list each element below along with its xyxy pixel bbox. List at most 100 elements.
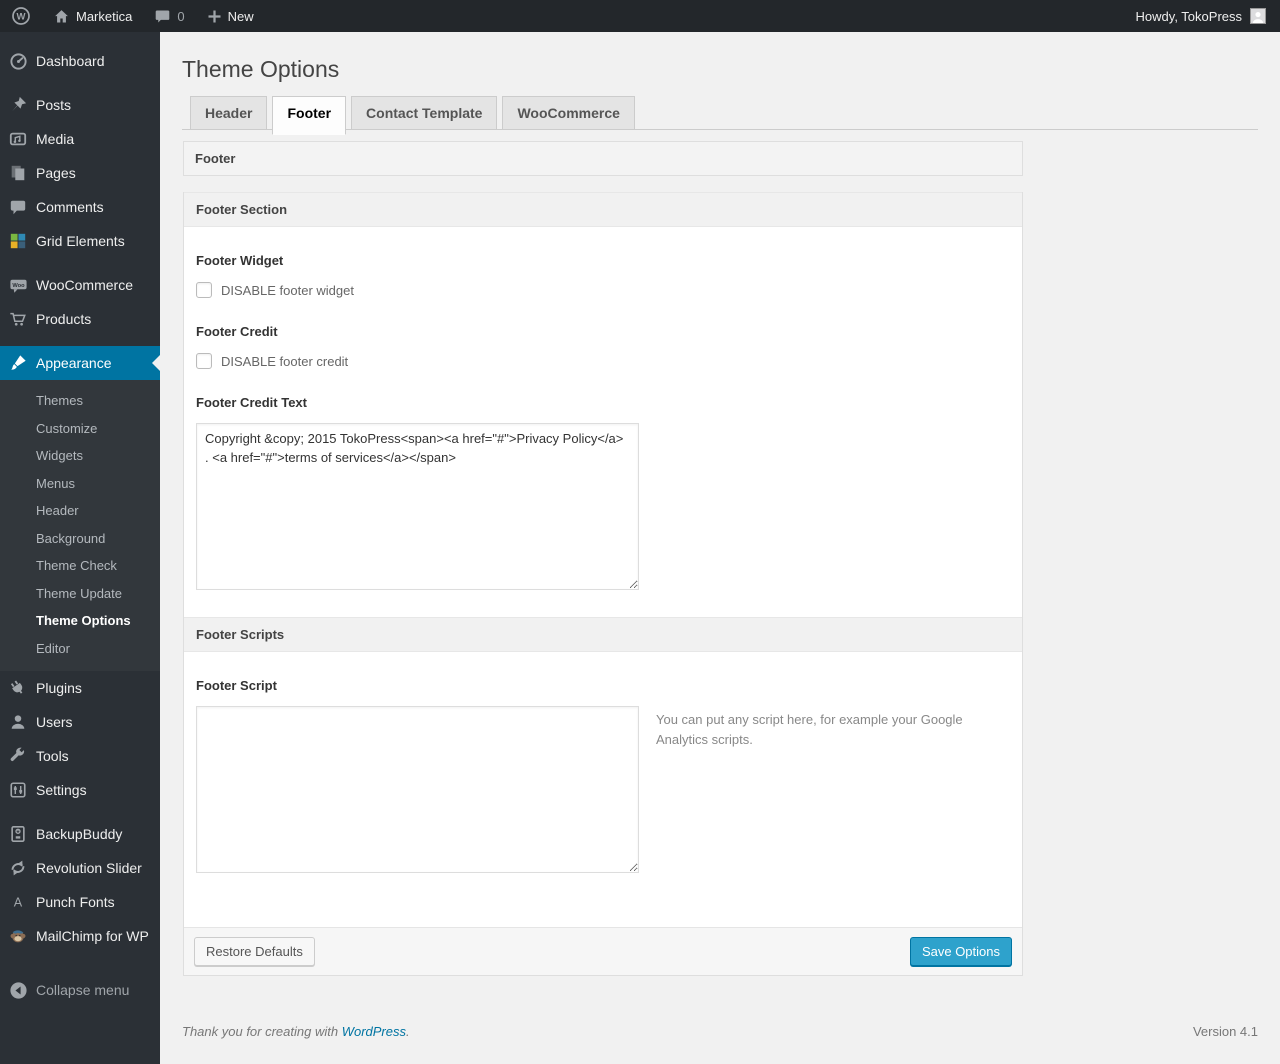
brush-icon xyxy=(8,353,28,373)
menu-separator xyxy=(0,336,160,346)
checkbox-label: DISABLE footer credit xyxy=(221,353,349,369)
admin-sidebar: Dashboard Posts Media Pages Comments Gri… xyxy=(0,32,160,1064)
sidebar-item-label: Comments xyxy=(36,199,104,215)
sidebar-item-tools[interactable]: Tools xyxy=(0,739,160,773)
submenu-item-theme-options[interactable]: Theme Options xyxy=(0,607,160,635)
home-icon xyxy=(53,8,70,25)
footer-thanks-text: Thank you for creating with WordPress. xyxy=(182,1024,410,1039)
footer-credit-label: Footer Credit xyxy=(196,324,278,339)
wordpress-link[interactable]: WordPress xyxy=(342,1024,406,1039)
pages-icon xyxy=(8,163,28,183)
appearance-submenu: Themes Customize Widgets Menus Header Ba… xyxy=(0,380,160,671)
sidebar-item-dashboard[interactable]: Dashboard xyxy=(0,44,160,78)
sidebar-item-label: Tools xyxy=(36,748,69,764)
restore-defaults-button[interactable]: Restore Defaults xyxy=(194,937,315,966)
submenu-item-background[interactable]: Background xyxy=(0,525,160,553)
sidebar-item-media[interactable]: Media xyxy=(0,122,160,156)
options-panel: Footer Footer Section Footer Widget DISA… xyxy=(183,141,1023,976)
sidebar-item-label: Media xyxy=(36,131,75,147)
wrench-icon xyxy=(8,746,28,766)
section-heading-footer-scripts: Footer Scripts xyxy=(184,617,1022,652)
tab-header[interactable]: Header xyxy=(190,96,268,129)
main-content: Theme Options Header Footer Contact Temp… xyxy=(160,32,1280,1064)
sidebar-item-punch-fonts[interactable]: A Punch Fonts xyxy=(0,885,160,919)
submenu-item-themes[interactable]: Themes xyxy=(0,387,160,415)
comment-count: 0 xyxy=(177,8,185,24)
footer-section-fields: Footer Widget DISABLE footer widget Foot… xyxy=(184,253,1022,593)
user-icon xyxy=(8,712,28,732)
sidebar-item-label: Products xyxy=(36,311,92,327)
checkbox-label: DISABLE footer widget xyxy=(221,282,354,298)
group-title: Footer xyxy=(183,141,1023,176)
submenu-item-header[interactable]: Header xyxy=(0,497,160,525)
sidebar-item-label: Settings xyxy=(36,782,87,798)
tab-woocommerce[interactable]: WooCommerce xyxy=(502,96,635,129)
settings-icon xyxy=(8,780,28,800)
sidebar-item-users[interactable]: Users xyxy=(0,705,160,739)
sidebar-item-revolution-slider[interactable]: Revolution Slider xyxy=(0,851,160,885)
options-panel-body: Footer Section Footer Widget DISABLE foo… xyxy=(183,192,1023,976)
sidebar-item-label: Users xyxy=(36,714,73,730)
disable-footer-widget-checkbox[interactable] xyxy=(196,282,212,298)
footer-widget-label: Footer Widget xyxy=(196,253,284,268)
sidebar-item-pages[interactable]: Pages xyxy=(0,156,160,190)
woocommerce-icon: Woo xyxy=(8,275,28,295)
sidebar-item-label: BackupBuddy xyxy=(36,826,123,842)
comment-bubble-icon xyxy=(154,8,171,25)
new-menu[interactable]: New xyxy=(196,0,265,32)
panel-button-row: Restore Defaults Save Options xyxy=(184,927,1022,975)
cart-icon xyxy=(8,309,28,329)
footer-script-label: Footer Script xyxy=(196,678,277,693)
grid-elements-icon xyxy=(8,231,28,251)
submenu-item-menus[interactable]: Menus xyxy=(0,470,160,498)
tab-contact-template[interactable]: Contact Template xyxy=(351,96,498,129)
thanks-prefix: Thank you for creating with xyxy=(182,1024,339,1039)
footer-credit-text-textarea[interactable]: Copyright &copy; 2015 TokoPress<span><a … xyxy=(196,423,639,590)
footer-script-textarea[interactable] xyxy=(196,706,639,873)
sidebar-item-woocommerce[interactable]: Woo WooCommerce xyxy=(0,268,160,302)
sidebar-item-posts[interactable]: Posts xyxy=(0,88,160,122)
sidebar-item-mailchimp[interactable]: MailChimp for WP xyxy=(0,919,160,953)
site-name-menu[interactable]: Marketica xyxy=(42,0,143,32)
wordpress-logo-menu[interactable]: W xyxy=(0,0,42,32)
section-heading-footer-section: Footer Section xyxy=(184,192,1022,227)
tab-footer[interactable]: Footer xyxy=(272,96,347,135)
disable-footer-credit-checkbox[interactable] xyxy=(196,353,212,369)
avatar xyxy=(1250,8,1266,24)
svg-text:A: A xyxy=(14,896,23,910)
sidebar-item-label: Pages xyxy=(36,165,76,181)
menu-separator xyxy=(0,258,160,268)
comments-menu[interactable]: 0 xyxy=(143,0,195,32)
submenu-item-editor[interactable]: Editor xyxy=(0,635,160,663)
submenu-item-customize[interactable]: Customize xyxy=(0,415,160,443)
page-title: Theme Options xyxy=(182,56,340,82)
save-options-button[interactable]: Save Options xyxy=(909,937,1012,966)
sidebar-item-plugins[interactable]: Plugins xyxy=(0,671,160,705)
sidebar-item-grid-elements[interactable]: Grid Elements xyxy=(0,224,160,258)
footer-scripts-fields: Footer Script You can put any script her… xyxy=(184,678,1022,927)
menu-separator xyxy=(0,78,160,88)
sidebar-item-label: Grid Elements xyxy=(36,233,125,249)
svg-text:Woo: Woo xyxy=(12,283,25,289)
tab-bar: Header Footer Contact Template WooCommer… xyxy=(182,84,1258,135)
version-text: Version 4.1 xyxy=(1192,1024,1258,1039)
collapse-menu-button[interactable]: Collapse menu xyxy=(0,973,160,1007)
submenu-item-widgets[interactable]: Widgets xyxy=(0,442,160,470)
sidebar-item-label: WooCommerce xyxy=(36,277,133,293)
sidebar-item-comments[interactable]: Comments xyxy=(0,190,160,224)
collapse-icon xyxy=(8,980,28,1000)
sidebar-item-label: Dashboard xyxy=(36,53,105,69)
site-name: Marketica xyxy=(76,8,133,24)
menu-separator xyxy=(0,807,160,817)
submenu-item-theme-update[interactable]: Theme Update xyxy=(0,580,160,608)
footer-credit-checkbox-row: DISABLE footer credit xyxy=(196,353,1010,369)
sidebar-item-backupbuddy[interactable]: BackupBuddy xyxy=(0,817,160,851)
account-menu[interactable]: Howdy, TokoPress xyxy=(1136,8,1280,24)
sidebar-item-label: Appearance xyxy=(36,355,112,371)
sidebar-item-appearance[interactable]: Appearance xyxy=(0,346,160,380)
sidebar-item-settings[interactable]: Settings xyxy=(0,773,160,807)
sidebar-item-products[interactable]: Products xyxy=(0,302,160,336)
sidebar-item-label: Revolution Slider xyxy=(36,860,142,876)
pin-icon xyxy=(8,95,28,115)
submenu-item-theme-check[interactable]: Theme Check xyxy=(0,552,160,580)
